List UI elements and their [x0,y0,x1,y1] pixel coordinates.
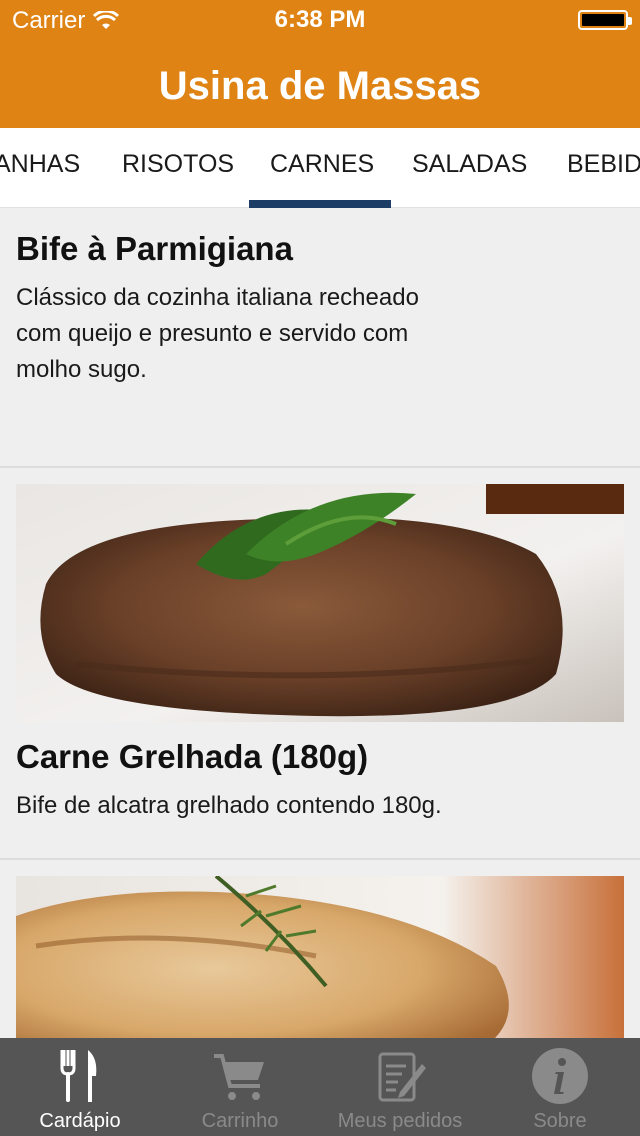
item-description: Bife de alcatra grelhado contendo 180g. [16,792,442,819]
notepad-pencil-icon [378,1052,426,1102]
item-title: Carne Grelhada (180g) [16,738,369,775]
tabbar-label: Cardápio [39,1110,121,1132]
menu-item[interactable] [0,860,640,1038]
item-title: Bife à Parmigiana [16,230,293,267]
tabbar-item-carrinho[interactable]: Carrinho [160,1038,320,1136]
tab-risotos[interactable]: RISOTOS [122,150,234,179]
tabbar-label: Carrinho [201,1110,279,1132]
tabbar-item-sobre[interactable]: Sobre [480,1038,640,1136]
menu-item[interactable]: Carne Grelhada (180g) Bife de alcatra gr… [0,468,640,860]
tabbar-label: Meus pedidos [337,1110,463,1132]
bottom-tab-bar: Cardápio Carrinho Meus pedidos Sobre [0,1038,640,1136]
tabbar-item-cardapio[interactable]: Cardápio [0,1038,160,1136]
selected-tab-indicator [249,200,391,208]
item-description: Clássico da cozinha italiana recheado co… [16,284,419,383]
tab-lasanhas[interactable]: ANHAS [0,150,80,179]
status-bar: Carrier 6:38 PM [0,0,640,40]
item-image-chicken [16,876,624,1038]
item-image-steak [16,484,624,722]
tab-bebidas[interactable]: BEBID [567,150,640,179]
battery-icon [578,10,632,30]
tabbar-item-meus-pedidos[interactable]: Meus pedidos [320,1038,480,1136]
fork-knife-icon [60,1050,97,1102]
header: Carrier 6:38 PM Usina de Massas [0,0,640,128]
menu-list: Bife à Parmigiana Clássico da cozinha it… [0,208,640,1038]
menu-item[interactable]: Bife à Parmigiana Clássico da cozinha it… [0,208,640,468]
info-icon [532,1048,588,1104]
tabbar-label: Sobre [533,1110,587,1132]
tab-saladas[interactable]: SALADAS [412,150,527,179]
app-title: Usina de Massas [158,64,482,108]
status-time: 6:38 PM [274,6,366,33]
category-tabs: ANHAS RISOTOS CARNES SALADAS BEBID [0,128,640,208]
cart-icon [214,1054,264,1100]
tab-carnes[interactable]: CARNES [270,150,374,179]
